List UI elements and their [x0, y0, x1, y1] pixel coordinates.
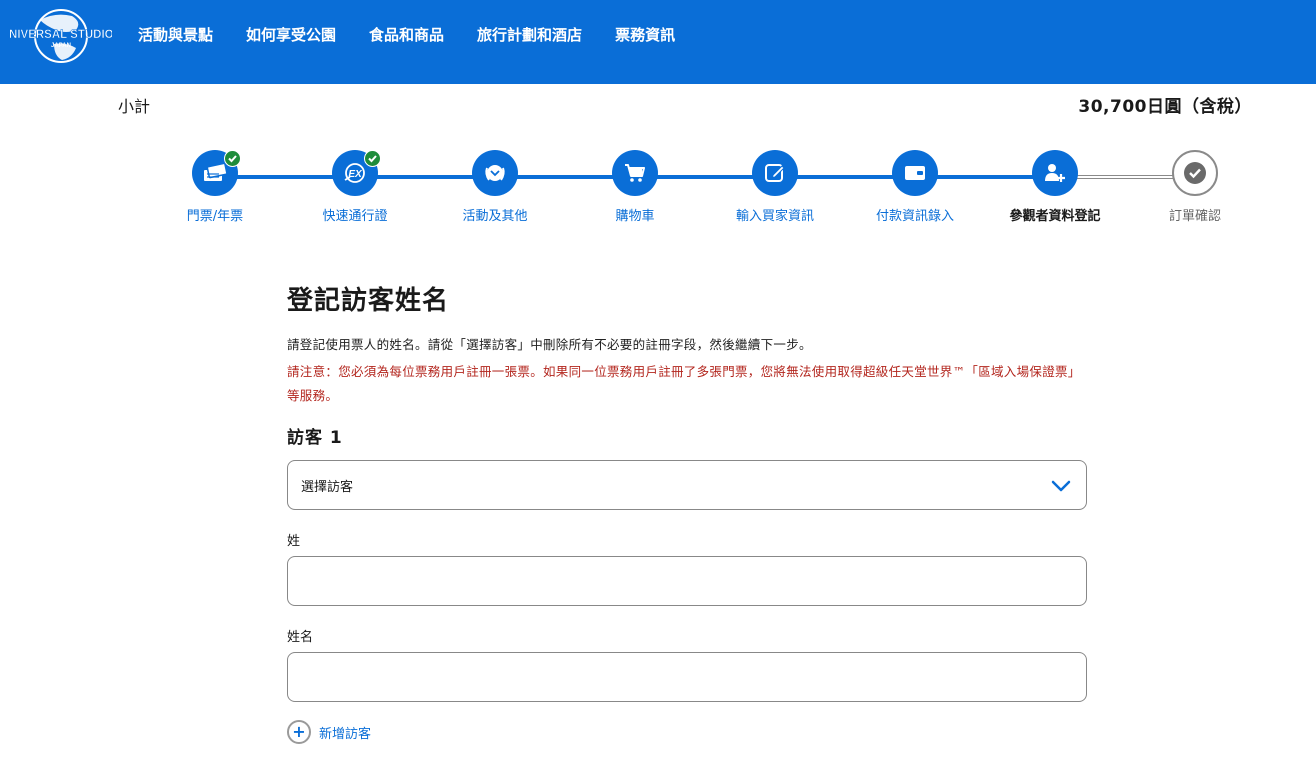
step-visitor-registration[interactable]: 參觀者資料登記: [985, 150, 1125, 224]
globe-logo-icon: UNIVERSAL STUDIOS JAPAN: [0, 9, 122, 63]
svg-text:EX: EX: [348, 169, 363, 180]
instructions-text: 請登記使用票人的姓名。請從「選擇訪客」中刪除所有不必要的註冊字段，然後繼續下一步…: [287, 337, 812, 352]
step-circle: [192, 150, 241, 196]
step-label: 活動及其他: [462, 209, 528, 224]
step-events[interactable]: 活動及其他: [425, 150, 565, 224]
visitor-registration-form: 登記訪客姓名 請登記使用票人的姓名。請從「選擇訪客」中刪除所有不必要的註冊字段，…: [287, 280, 1087, 744]
wallet-icon: [905, 166, 925, 180]
page-title: 登記訪客姓名: [287, 286, 450, 316]
step-circle: EX: [332, 150, 381, 196]
visitor-heading: 訪客 1: [287, 428, 343, 448]
step-complete-check-icon: [364, 150, 381, 167]
step-circle: [752, 150, 798, 196]
wreath-badge-icon: [485, 165, 505, 181]
step-order-confirmation: 訂單確認: [1125, 150, 1265, 224]
step-circle: [472, 150, 518, 196]
universal-studios-japan-logo[interactable]: UNIVERSAL STUDIOS JAPAN: [0, 8, 122, 66]
step-payment-info[interactable]: 付款資訊錄入: [845, 150, 985, 224]
checkout-progress-stepper: 門票/年票 EX 快速通行證 活動及其他 購物車 輸入買家資訊 付款資訊錄入 參…: [0, 150, 1316, 230]
step-cart[interactable]: 購物車: [565, 150, 705, 224]
first-name-label: 姓名: [287, 630, 314, 645]
nav-item-ticket-info[interactable]: 票務資訊: [615, 24, 675, 45]
nav-item-attractions[interactable]: 活動與景點: [138, 24, 213, 45]
step-tickets[interactable]: 門票/年票: [145, 150, 285, 224]
subtotal-label: 小計: [118, 97, 151, 116]
nav-item-food-merchandise[interactable]: 食品和商品: [369, 24, 444, 45]
step-buyer-info[interactable]: 輸入買家資訊: [705, 150, 845, 224]
select-visitor-value: 選擇訪客: [301, 479, 354, 495]
add-visitor-label: 新增訪客: [319, 726, 372, 742]
edit-icon: [765, 164, 785, 182]
subtotal-value: 30,700日圓（含稅）: [1078, 97, 1252, 117]
add-person-icon: [1045, 164, 1065, 182]
top-navigation-bar: UNIVERSAL STUDIOS JAPAN 活動與景點 如何享受公園 食品和…: [0, 0, 1316, 84]
express-pass-icon: EX: [344, 163, 365, 183]
logo-text: UNIVERSAL STUDIOS: [10, 29, 112, 41]
step-label: 付款資訊錄入: [875, 209, 954, 224]
add-visitor-button[interactable]: + 新增訪客: [287, 720, 371, 744]
step-label: 輸入買家資訊: [735, 209, 814, 224]
last-name-label: 姓: [287, 534, 301, 549]
step-circle: [1172, 150, 1218, 196]
plus-circle-icon: +: [287, 720, 311, 744]
step-label: 門票/年票: [186, 209, 244, 224]
logo-subtext: JAPAN: [51, 43, 71, 49]
select-visitor-dropdown[interactable]: 選擇訪客: [287, 460, 1087, 510]
step-label: 參觀者資料登記: [1009, 209, 1101, 224]
step-express-pass[interactable]: EX 快速通行證: [285, 150, 425, 224]
ticket-icon: [204, 162, 228, 181]
step-label: 訂單確認: [1168, 209, 1221, 224]
nav-item-how-to-enjoy[interactable]: 如何享受公園: [246, 24, 336, 45]
step-complete-check-icon: [224, 150, 241, 167]
step-circle: [892, 150, 938, 196]
step-label: 快速通行證: [322, 209, 388, 224]
step-label: 購物車: [615, 209, 655, 224]
first-name-field[interactable]: [287, 652, 1087, 702]
nav-item-travel-hotels[interactable]: 旅行計劃和酒店: [477, 24, 582, 45]
chevron-down-icon: [1051, 480, 1071, 492]
step-circle: [612, 150, 658, 196]
main-nav: 活動與景點 如何享受公園 食品和商品 旅行計劃和酒店 票務資訊: [138, 0, 708, 68]
check-circle-icon: [1184, 162, 1206, 184]
cart-icon: [625, 164, 645, 182]
last-name-field[interactable]: [287, 556, 1087, 606]
step-circle: [1032, 150, 1078, 196]
warning-text: 請注意：您必須為每位票務用戶註冊一張票。如果同一位票務用戶註冊了多張門票，您將無…: [287, 364, 1081, 403]
